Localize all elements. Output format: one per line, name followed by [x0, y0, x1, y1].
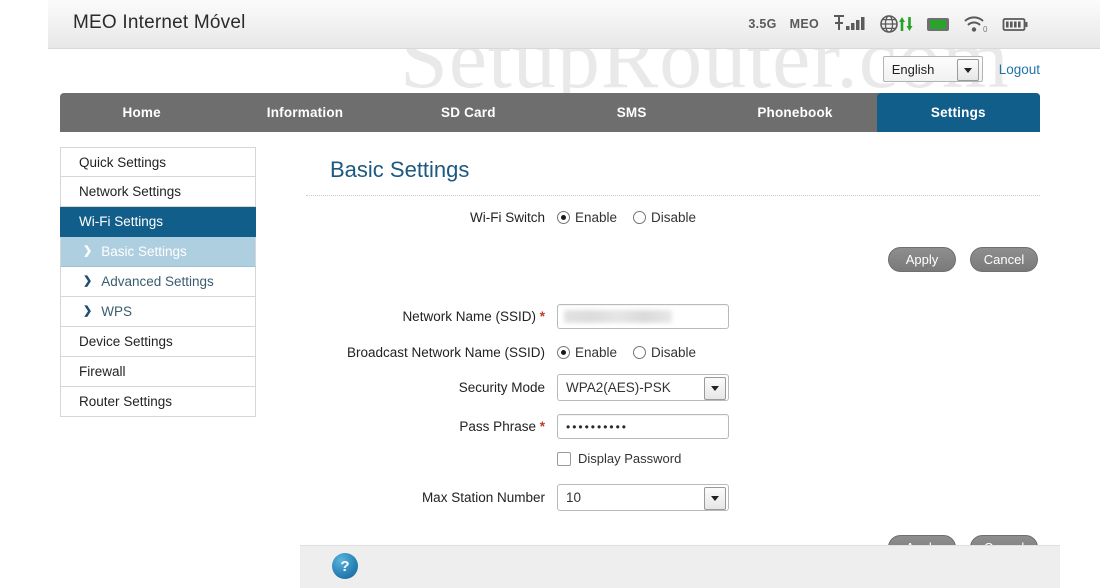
- wifi-switch-enable-option[interactable]: Enable: [557, 210, 617, 225]
- broadcast-enable-label: Enable: [575, 345, 618, 360]
- ssid-input[interactable]: [557, 304, 729, 329]
- sidebar-item-device-settings[interactable]: Device Settings: [60, 327, 256, 357]
- max-station-value: 10: [566, 490, 582, 505]
- display-password-label: Display Password: [578, 451, 682, 466]
- signal-bars-icon: [832, 14, 866, 34]
- carrier-label: MEO: [789, 17, 819, 31]
- wifi-switch-disable-option[interactable]: Disable: [633, 210, 696, 225]
- chevron-right-icon: ❯: [83, 275, 93, 287]
- wifi-switch-enable-label: Enable: [575, 210, 618, 225]
- security-mode-select[interactable]: WPA2(AES)-PSK: [557, 374, 729, 401]
- security-mode-row: Security Mode WPA2(AES)-PSK: [300, 374, 1060, 401]
- language-logout-row: English Logout: [882, 56, 1040, 82]
- svg-text:0: 0: [983, 25, 988, 34]
- header-bar: MEO Internet Móvel 3.5G MEO 0: [48, 0, 1100, 49]
- ssid-label-text: Network Name (SSID): [402, 309, 536, 324]
- radio-icon: [557, 346, 570, 359]
- tab-home[interactable]: Home: [60, 93, 223, 132]
- wifi-switch-disable-label: Disable: [651, 210, 697, 225]
- cancel-button-top[interactable]: Cancel: [970, 247, 1038, 272]
- network-type-label: 3.5G: [748, 17, 777, 31]
- broadcast-ssid-radio-group: Enable Disable: [557, 345, 696, 360]
- sidebar-item-firewall[interactable]: Firewall: [60, 357, 256, 387]
- wifi-switch-radio-group: Enable Disable: [557, 210, 696, 225]
- page-title: Basic Settings: [330, 157, 470, 182]
- pass-phrase-row: Pass Phrase * ••••••••••: [300, 414, 1060, 439]
- main-navigation: Home Information SD Card SMS Phonebook S…: [60, 93, 1040, 132]
- pass-phrase-label-text: Pass Phrase: [459, 419, 536, 434]
- title-divider: [306, 195, 1040, 196]
- help-icon[interactable]: ?: [332, 553, 358, 579]
- ssid-row: Network Name (SSID) *: [300, 304, 1060, 329]
- status-bar: 3.5G MEO 0: [748, 0, 1028, 48]
- max-station-label: Max Station Number: [421, 490, 545, 505]
- footer-bar: ?: [300, 545, 1060, 588]
- broadcast-disable-option[interactable]: Disable: [633, 345, 696, 360]
- chevron-down-icon: [956, 59, 979, 81]
- tab-settings[interactable]: Settings: [876, 93, 1040, 132]
- sidebar-item-label: Advanced Settings: [101, 274, 214, 289]
- battery-icon: [1002, 14, 1028, 34]
- globe-data-transfer-icon: [879, 14, 913, 34]
- wifi-switch-row: Wi-Fi Switch Enable Disable: [300, 210, 1060, 225]
- ssid-label: Network Name (SSID) *: [300, 309, 557, 324]
- max-station-row: Max Station Number 10: [300, 484, 1060, 511]
- security-mode-label: Security Mode: [458, 380, 545, 395]
- sidebar-item-network-settings[interactable]: Network Settings: [60, 177, 256, 207]
- ssid-redacted-value: [564, 310, 672, 323]
- sidebar-item-label: Basic Settings: [101, 244, 187, 259]
- chevron-down-icon: [704, 377, 726, 400]
- apply-button-top[interactable]: Apply: [888, 247, 956, 272]
- tab-sd-card[interactable]: SD Card: [387, 93, 550, 132]
- radio-icon: [633, 211, 647, 224]
- broadcast-disable-label: Disable: [651, 345, 697, 360]
- radio-icon: [557, 211, 570, 224]
- language-select-value: English: [891, 61, 935, 77]
- broadcast-enable-option[interactable]: Enable: [557, 345, 617, 360]
- chevron-right-icon: ❯: [83, 305, 93, 317]
- display-password-row[interactable]: Display Password: [557, 451, 1060, 466]
- pass-phrase-label: Pass Phrase *: [300, 419, 557, 434]
- sim-card-icon: [926, 14, 950, 34]
- language-select[interactable]: English: [882, 56, 983, 82]
- chevron-right-icon: ❯: [83, 245, 93, 257]
- broadcast-ssid-row: Broadcast Network Name (SSID) Enable Dis…: [300, 345, 1060, 360]
- pass-phrase-input[interactable]: ••••••••••: [557, 414, 729, 439]
- sidebar-item-quick-settings[interactable]: Quick Settings: [60, 147, 256, 177]
- sidebar-menu: Quick Settings Network Settings Wi-Fi Se…: [60, 147, 256, 417]
- brand-title: MEO Internet Móvel: [73, 12, 246, 33]
- sidebar-item-wifi-settings[interactable]: Wi-Fi Settings: [60, 207, 256, 237]
- radio-icon: [633, 346, 647, 359]
- tab-information[interactable]: Information: [223, 93, 386, 132]
- logout-link[interactable]: Logout: [999, 62, 1040, 77]
- required-marker: *: [539, 419, 545, 434]
- chevron-down-icon: [704, 487, 726, 510]
- wifi-switch-label: Wi-Fi Switch: [470, 210, 545, 225]
- broadcast-ssid-label: Broadcast Network Name (SSID): [346, 345, 545, 360]
- sidebar-item-advanced-settings[interactable]: ❯ Advanced Settings: [60, 267, 256, 297]
- max-station-select[interactable]: 10: [557, 484, 729, 511]
- display-password-checkbox[interactable]: [557, 451, 571, 466]
- wifi-icon: 0: [963, 14, 989, 34]
- tab-phonebook[interactable]: Phonebook: [713, 93, 876, 132]
- sidebar-item-router-settings[interactable]: Router Settings: [60, 387, 256, 417]
- sidebar-item-wps[interactable]: ❯ WPS: [60, 297, 256, 327]
- tab-sms[interactable]: SMS: [550, 93, 713, 132]
- pass-phrase-value: ••••••••••: [566, 419, 629, 434]
- sidebar-item-basic-settings[interactable]: ❯ Basic Settings: [60, 237, 256, 267]
- top-button-row: Apply Cancel: [300, 247, 1060, 272]
- required-marker: *: [539, 309, 545, 324]
- sidebar-item-label: WPS: [101, 304, 132, 319]
- security-mode-value: WPA2(AES)-PSK: [566, 380, 671, 395]
- main-content: Basic Settings Wi-Fi Switch Enable Disab…: [300, 147, 1060, 560]
